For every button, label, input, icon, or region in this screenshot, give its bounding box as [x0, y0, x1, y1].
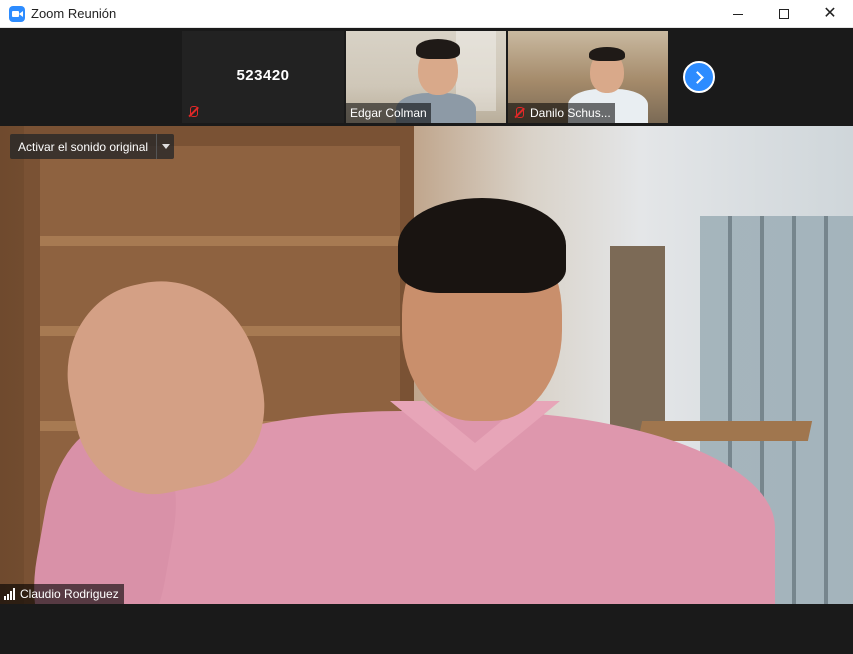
zoom-camera-icon — [9, 5, 25, 22]
original-sound-button[interactable]: Activar el sonido original — [10, 134, 175, 159]
participant-hair — [416, 39, 460, 59]
chevron-right-icon — [691, 70, 704, 84]
minimize-button[interactable] — [715, 0, 761, 28]
mic-off-icon — [512, 106, 526, 120]
participant-thumbnail[interactable]: Danilo Schus... — [508, 31, 668, 123]
mic-off-icon — [186, 105, 200, 119]
speaker-name-tag: Claudio Rodriguez — [0, 584, 124, 604]
bookshelf-shelf — [40, 236, 400, 246]
participant-hair — [589, 47, 625, 61]
signal-strength-icon — [4, 588, 15, 600]
maximize-button[interactable] — [761, 0, 807, 28]
minimize-icon — [733, 13, 743, 15]
participant-name-tag: Danilo Schus... — [508, 103, 615, 123]
participant-name: Edgar Colman — [350, 106, 427, 120]
bottom-area — [0, 604, 853, 654]
original-sound-label: Activar el sonido original — [18, 139, 149, 154]
title-bar: Zoom Reunión ✕ — [0, 0, 853, 28]
close-button[interactable]: ✕ — [807, 0, 853, 28]
close-icon: ✕ — [823, 5, 837, 22]
speaker-name: Claudio Rodriguez — [20, 587, 119, 601]
participant-name-tag: Edgar Colman — [346, 103, 431, 123]
participant-strip: 523420 Edgar Colman Danilo Schus... — [0, 28, 853, 126]
participant-id-label: 523420 — [236, 67, 290, 84]
participant-thumbnail[interactable]: 523420 — [182, 31, 344, 123]
window-title: Zoom Reunión — [31, 6, 117, 21]
speaker-hair — [398, 198, 566, 293]
original-sound-dropdown[interactable] — [156, 134, 174, 159]
next-participants-button[interactable] — [683, 61, 715, 93]
participant-name: Danilo Schus... — [530, 106, 611, 120]
active-speaker-video — [0, 126, 853, 604]
maximize-icon — [779, 9, 789, 19]
participant-thumbnail[interactable]: Edgar Colman — [346, 31, 506, 123]
chevron-down-icon — [161, 144, 170, 149]
